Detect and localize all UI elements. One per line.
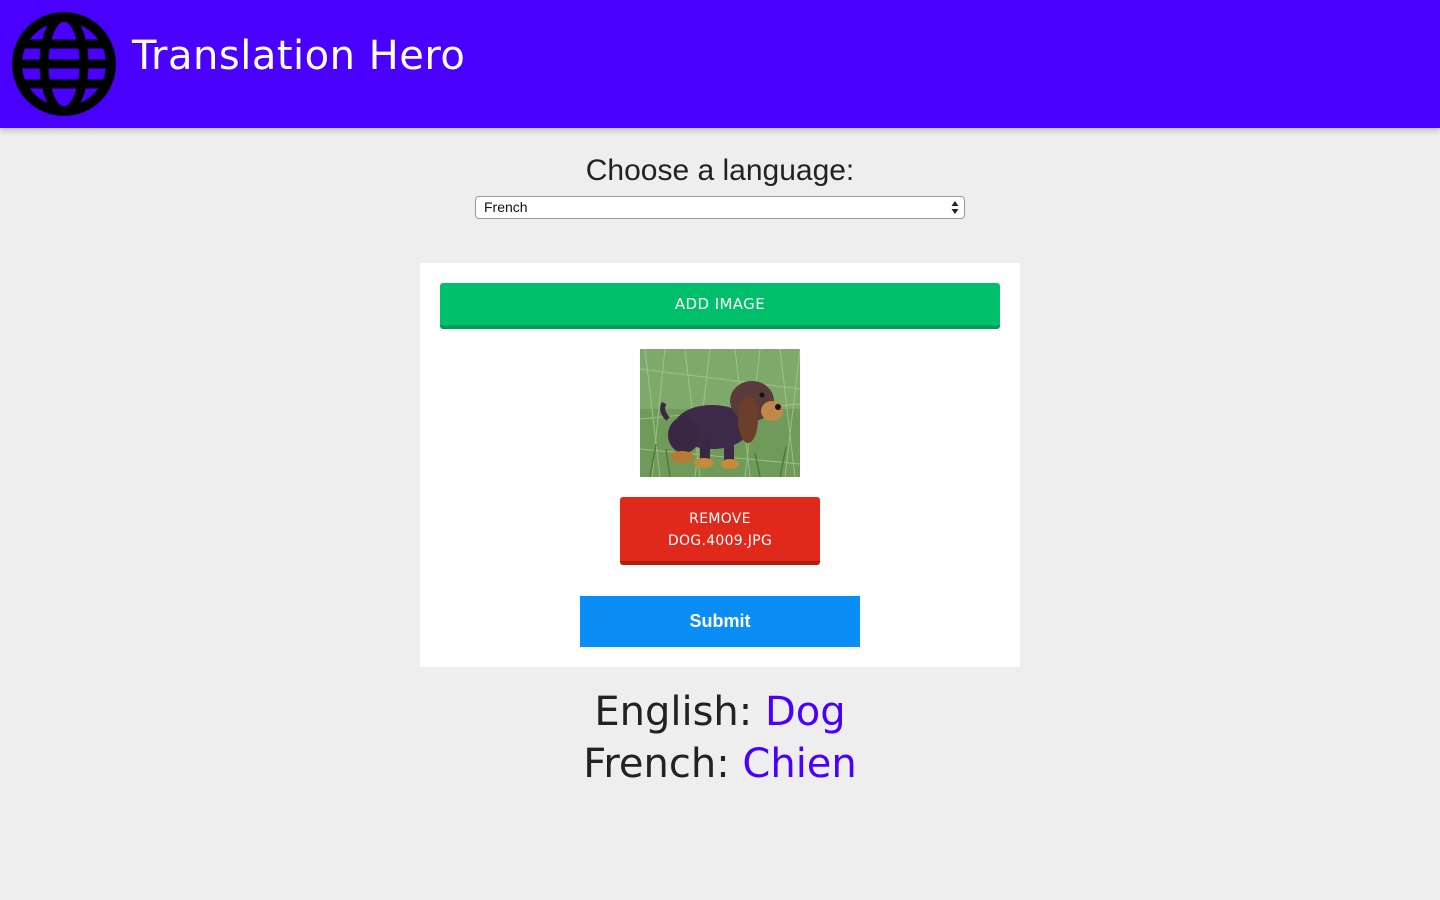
remove-filename: DOG.4009.JPG bbox=[667, 533, 773, 549]
language-select-value: French bbox=[484, 199, 528, 215]
select-arrows-icon bbox=[951, 201, 959, 214]
language-heading: Choose a language: bbox=[585, 154, 855, 187]
dog-photo bbox=[640, 349, 800, 477]
remove-label: REMOVE bbox=[689, 511, 751, 527]
target-language-label: French: bbox=[583, 741, 730, 787]
globe-icon bbox=[12, 12, 116, 116]
language-select[interactable]: French bbox=[475, 196, 965, 219]
submit-button[interactable]: Submit bbox=[580, 596, 860, 647]
source-translation: English: Dog bbox=[0, 687, 1440, 737]
add-image-button[interactable]: ADD IMAGE bbox=[440, 283, 1000, 329]
target-translation: French: Chien bbox=[0, 739, 1440, 789]
image-preview bbox=[640, 349, 800, 477]
source-language-label: English: bbox=[594, 689, 753, 735]
target-word: Chien bbox=[742, 741, 857, 787]
app-header: Translation Hero bbox=[0, 0, 1440, 128]
upload-card: ADD IMAGE REMOVE DOG.4009.JPG Submit bbox=[420, 263, 1020, 667]
app-title: Translation Hero bbox=[132, 33, 466, 79]
source-word: Dog bbox=[764, 689, 846, 735]
remove-image-button[interactable]: REMOVE DOG.4009.JPG bbox=[620, 497, 820, 565]
